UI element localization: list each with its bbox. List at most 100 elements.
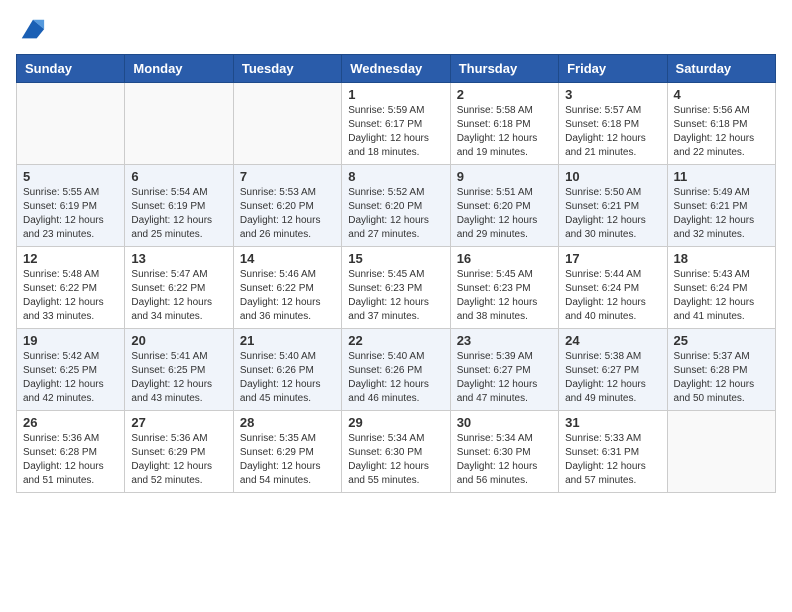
calendar-cell: 24 Sunrise: 5:38 AMSunset: 6:27 PMDayligh… (559, 329, 667, 411)
calendar-cell: 17 Sunrise: 5:44 AMSunset: 6:24 PMDayligh… (559, 247, 667, 329)
day-of-week-header: Tuesday (233, 55, 341, 83)
day-number: 24 (565, 333, 660, 348)
day-info: Sunrise: 5:34 AMSunset: 6:30 PMDaylight:… (457, 432, 552, 488)
day-info: Sunrise: 5:48 AMSunset: 6:22 PMDaylight:… (23, 268, 118, 324)
day-number: 26 (23, 415, 118, 430)
day-info: Sunrise: 5:36 AMSunset: 6:28 PMDaylight:… (23, 432, 118, 488)
logo (16, 16, 46, 44)
calendar-cell: 16 Sunrise: 5:45 AMSunset: 6:23 PMDayligh… (450, 247, 558, 329)
calendar-cell: 14Sunrise: 5:46 AMSunset: 6:22 PMDayligh… (233, 247, 341, 329)
day-number: 30 (457, 415, 552, 430)
calendar-cell: 31 Sunrise: 5:33 AMSunset: 6:31 PMDayligh… (559, 411, 667, 493)
day-number: 11 (674, 169, 769, 184)
calendar-cell (233, 83, 341, 165)
day-number: 10 (565, 169, 660, 184)
calendar-cell: 6 Sunrise: 5:54 AMSunset: 6:19 PMDaylight… (125, 165, 233, 247)
day-info: Sunrise: 5:38 AMSunset: 6:27 PMDaylight:… (565, 350, 660, 406)
calendar-cell: 22 Sunrise: 5:40 AMSunset: 6:26 PMDayligh… (342, 329, 450, 411)
day-number: 2 (457, 87, 552, 102)
calendar-table: SundayMondayTuesdayWednesdayThursdayFrid… (16, 54, 776, 493)
calendar-cell: 2 Sunrise: 5:58 AMSunset: 6:18 PMDaylight… (450, 83, 558, 165)
day-info: Sunrise: 5:35 AMSunset: 6:29 PMDaylight:… (240, 432, 335, 488)
day-number: 18 (674, 251, 769, 266)
day-number: 3 (565, 87, 660, 102)
day-number: 1 (348, 87, 443, 102)
calendar-cell: 5 Sunrise: 5:55 AMSunset: 6:19 PMDaylight… (17, 165, 125, 247)
day-of-week-header: Saturday (667, 55, 775, 83)
calendar-cell: 7 Sunrise: 5:53 AMSunset: 6:20 PMDaylight… (233, 165, 341, 247)
calendar-cell: 18 Sunrise: 5:43 AMSunset: 6:24 PMDayligh… (667, 247, 775, 329)
day-info: Sunrise: 5:33 AMSunset: 6:31 PMDaylight:… (565, 432, 660, 488)
day-number: 25 (674, 333, 769, 348)
day-info: Sunrise: 5:58 AMSunset: 6:18 PMDaylight:… (457, 104, 552, 160)
day-info: Sunrise: 5:36 AMSunset: 6:29 PMDaylight:… (131, 432, 226, 488)
day-info: Sunrise: 5:44 AMSunset: 6:24 PMDaylight:… (565, 268, 660, 324)
day-info: Sunrise: 5:40 AMSunset: 6:26 PMDaylight:… (348, 350, 443, 406)
calendar-cell: 30 Sunrise: 5:34 AMSunset: 6:30 PMDayligh… (450, 411, 558, 493)
day-number: 29 (348, 415, 443, 430)
header (16, 16, 776, 44)
day-of-week-header: Thursday (450, 55, 558, 83)
day-info: Sunrise: 5:57 AMSunset: 6:18 PMDaylight:… (565, 104, 660, 160)
calendar-cell: 4 Sunrise: 5:56 AMSunset: 6:18 PMDaylight… (667, 83, 775, 165)
day-number: 14 (240, 251, 335, 266)
day-info: Sunrise: 5:40 AMSunset: 6:26 PMDaylight:… (240, 350, 335, 406)
day-info: Sunrise: 5:34 AMSunset: 6:30 PMDaylight:… (348, 432, 443, 488)
day-of-week-header: Sunday (17, 55, 125, 83)
day-info: Sunrise: 5:50 AMSunset: 6:21 PMDaylight:… (565, 186, 660, 242)
calendar-cell (667, 411, 775, 493)
calendar-cell: 8 Sunrise: 5:52 AMSunset: 6:20 PMDaylight… (342, 165, 450, 247)
day-of-week-header: Monday (125, 55, 233, 83)
day-info: Sunrise: 5:54 AMSunset: 6:19 PMDaylight:… (131, 186, 226, 242)
day-info: Sunrise: 5:55 AMSunset: 6:19 PMDaylight:… (23, 186, 118, 242)
day-number: 16 (457, 251, 552, 266)
calendar-cell: 26 Sunrise: 5:36 AMSunset: 6:28 PMDayligh… (17, 411, 125, 493)
day-number: 21 (240, 333, 335, 348)
day-info: Sunrise: 5:42 AMSunset: 6:25 PMDaylight:… (23, 350, 118, 406)
calendar-cell: 10 Sunrise: 5:50 AMSunset: 6:21 PMDayligh… (559, 165, 667, 247)
day-info: Sunrise: 5:37 AMSunset: 6:28 PMDaylight:… (674, 350, 769, 406)
calendar-cell: 23 Sunrise: 5:39 AMSunset: 6:27 PMDayligh… (450, 329, 558, 411)
day-number: 28 (240, 415, 335, 430)
calendar-cell: 15Sunrise: 5:45 AMSunset: 6:23 PMDayligh… (342, 247, 450, 329)
calendar-cell (17, 83, 125, 165)
day-info: Sunrise: 5:47 AMSunset: 6:22 PMDaylight:… (131, 268, 226, 324)
day-number: 6 (131, 169, 226, 184)
calendar-cell (125, 83, 233, 165)
day-number: 31 (565, 415, 660, 430)
day-info: Sunrise: 5:56 AMSunset: 6:18 PMDaylight:… (674, 104, 769, 160)
calendar-cell: 28 Sunrise: 5:35 AMSunset: 6:29 PMDayligh… (233, 411, 341, 493)
day-info: Sunrise: 5:39 AMSunset: 6:27 PMDaylight:… (457, 350, 552, 406)
calendar-cell: 20Sunrise: 5:41 AMSunset: 6:25 PMDayligh… (125, 329, 233, 411)
calendar-cell: 27 Sunrise: 5:36 AMSunset: 6:29 PMDayligh… (125, 411, 233, 493)
day-number: 4 (674, 87, 769, 102)
day-number: 8 (348, 169, 443, 184)
day-number: 20 (131, 333, 226, 348)
day-of-week-header: Friday (559, 55, 667, 83)
day-info: Sunrise: 5:53 AMSunset: 6:20 PMDaylight:… (240, 186, 335, 242)
day-number: 22 (348, 333, 443, 348)
day-info: Sunrise: 5:52 AMSunset: 6:20 PMDaylight:… (348, 186, 443, 242)
day-number: 5 (23, 169, 118, 184)
calendar-cell: 25 Sunrise: 5:37 AMSunset: 6:28 PMDayligh… (667, 329, 775, 411)
day-number: 19 (23, 333, 118, 348)
day-number: 17 (565, 251, 660, 266)
day-info: Sunrise: 5:59 AMSunset: 6:17 PMDaylight:… (348, 104, 443, 160)
day-number: 13 (131, 251, 226, 266)
logo-icon (18, 16, 46, 44)
day-of-week-header: Wednesday (342, 55, 450, 83)
day-number: 27 (131, 415, 226, 430)
day-info: Sunrise: 5:51 AMSunset: 6:20 PMDaylight:… (457, 186, 552, 242)
calendar-cell: 29 Sunrise: 5:34 AMSunset: 6:30 PMDayligh… (342, 411, 450, 493)
day-info: Sunrise: 5:45 AMSunset: 6:23 PMDaylight:… (457, 268, 552, 324)
calendar-cell: 11Sunrise: 5:49 AMSunset: 6:21 PMDayligh… (667, 165, 775, 247)
day-number: 23 (457, 333, 552, 348)
calendar-cell: 12 Sunrise: 5:48 AMSunset: 6:22 PMDayligh… (17, 247, 125, 329)
day-number: 12 (23, 251, 118, 266)
calendar-cell: 19 Sunrise: 5:42 AMSunset: 6:25 PMDayligh… (17, 329, 125, 411)
day-number: 7 (240, 169, 335, 184)
day-info: Sunrise: 5:43 AMSunset: 6:24 PMDaylight:… (674, 268, 769, 324)
day-number: 15 (348, 251, 443, 266)
calendar-cell: 1 Sunrise: 5:59 AMSunset: 6:17 PMDaylight… (342, 83, 450, 165)
calendar-cell: 21 Sunrise: 5:40 AMSunset: 6:26 PMDayligh… (233, 329, 341, 411)
